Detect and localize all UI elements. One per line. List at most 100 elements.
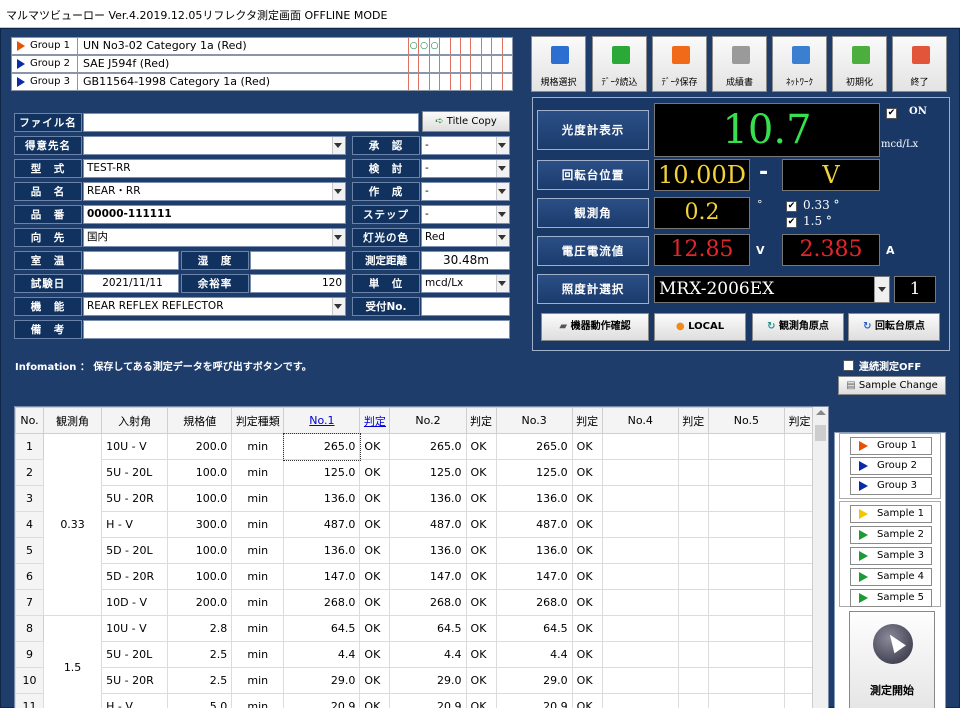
table-cell[interactable]	[783, 511, 816, 538]
table-cell[interactable]	[677, 563, 709, 590]
create-select[interactable]: -	[421, 182, 510, 201]
turntable-origin-button[interactable]: ↻ 回転台原点	[848, 313, 940, 341]
table-cell[interactable]	[783, 615, 816, 642]
column-header[interactable]: No.3	[495, 407, 573, 434]
table-cell[interactable]: 136.0	[389, 537, 467, 564]
table-cell[interactable]	[601, 693, 679, 708]
device-check-button[interactable]: ▰ 機器動作確認	[541, 313, 649, 341]
side-group-1-button[interactable]: Group 1	[850, 437, 932, 455]
table-cell[interactable]: 265.0	[495, 433, 573, 460]
column-header[interactable]: 判定	[359, 407, 391, 434]
table-cell[interactable]	[601, 485, 679, 512]
distance-field[interactable]: 30.48m	[421, 251, 510, 270]
column-header[interactable]: 判定	[783, 407, 816, 434]
title-copy-button[interactable]: ➪ Title Copy	[422, 111, 510, 132]
table-cell[interactable]	[677, 615, 709, 642]
table-cell[interactable]: OK	[571, 641, 603, 668]
table-cell[interactable]: OK	[571, 589, 603, 616]
table-cell[interactable]: 268.0	[389, 589, 467, 616]
table-cell[interactable]: 487.0	[389, 511, 467, 538]
toolbar-button-3[interactable]: ﾃﾞｰﾀ保存	[652, 36, 707, 92]
table-cell[interactable]	[677, 485, 709, 512]
column-header[interactable]: No.5	[707, 407, 785, 434]
start-measurement-button[interactable]: 測定開始	[849, 611, 935, 708]
table-cell[interactable]: OK	[465, 667, 497, 694]
scroll-up-icon[interactable]	[816, 410, 826, 415]
table-cell[interactable]	[707, 667, 785, 694]
table-cell[interactable]: OK	[465, 693, 497, 708]
table-cell[interactable]	[677, 433, 709, 460]
step-select[interactable]: -	[421, 205, 510, 224]
table-cell[interactable]: OK	[465, 485, 497, 512]
local-button[interactable]: ● LOCAL	[654, 313, 746, 341]
toolbar-button-5[interactable]: ﾈｯﾄﾜｰｸ	[772, 36, 827, 92]
on-checkbox[interactable]: ✔	[886, 108, 897, 119]
table-cell[interactable]: OK	[571, 667, 603, 694]
table-cell[interactable]: 136.0	[495, 537, 573, 564]
table-cell[interactable]: OK	[465, 563, 497, 590]
table-cell[interactable]: 64.5	[389, 615, 467, 642]
table-cell[interactable]	[677, 693, 709, 708]
table-cell[interactable]	[601, 641, 679, 668]
table-cell[interactable]: 29.0	[283, 667, 361, 694]
table-cell[interactable]: OK	[359, 615, 391, 642]
table-cell[interactable]: 136.0	[389, 485, 467, 512]
table-cell[interactable]	[601, 589, 679, 616]
approve-select[interactable]: -	[421, 136, 510, 155]
product-select[interactable]: REAR・RR	[83, 182, 346, 201]
sample-3-button[interactable]: Sample 3	[850, 547, 932, 565]
table-cell[interactable]: OK	[359, 693, 391, 708]
table-cell[interactable]	[601, 537, 679, 564]
table-cell[interactable]: 125.0	[283, 459, 361, 486]
obs-15-checkbox[interactable]: ✔	[786, 217, 797, 228]
table-cell[interactable]: OK	[571, 563, 603, 590]
table-cell[interactable]: 268.0	[495, 589, 573, 616]
sample-5-button[interactable]: Sample 5	[850, 589, 932, 607]
table-cell[interactable]: OK	[465, 537, 497, 564]
column-header[interactable]: 規格値	[167, 407, 233, 434]
table-cell[interactable]	[783, 537, 816, 564]
table-cell[interactable]: 147.0	[389, 563, 467, 590]
partno-field[interactable]: 00000-111111	[83, 205, 346, 224]
column-header[interactable]: 観測角	[43, 407, 103, 434]
column-header[interactable]: No.1	[283, 407, 361, 434]
table-cell[interactable]	[707, 615, 785, 642]
test-date-field[interactable]: 2021/11/11	[83, 274, 179, 293]
table-cell[interactable]	[783, 459, 816, 486]
group-1-button[interactable]: Group 1	[12, 38, 78, 54]
light-color-select[interactable]: Red	[421, 228, 510, 247]
table-cell[interactable]	[707, 563, 785, 590]
unit-select[interactable]: mcd/Lx	[421, 274, 510, 293]
review-select[interactable]: -	[421, 159, 510, 178]
table-cell[interactable]: 20.9	[389, 693, 467, 708]
table-cell[interactable]	[707, 589, 785, 616]
table-cell[interactable]: OK	[465, 459, 497, 486]
table-cell[interactable]	[707, 693, 785, 708]
table-cell[interactable]: 265.0	[282, 432, 361, 461]
table-cell[interactable]	[707, 511, 785, 538]
table-cell[interactable]: OK	[359, 563, 391, 590]
table-cell[interactable]: 64.5	[283, 615, 361, 642]
customer-select[interactable]	[83, 136, 346, 155]
toolbar-button-4[interactable]: 成績書	[712, 36, 767, 92]
table-cell[interactable]: 136.0	[283, 485, 361, 512]
function-select[interactable]: REAR REFLEX REFLECTOR	[83, 297, 346, 316]
table-cell[interactable]	[677, 667, 709, 694]
table-cell[interactable]: 29.0	[495, 667, 573, 694]
table-cell[interactable]	[707, 433, 785, 460]
column-header[interactable]: No.4	[601, 407, 679, 434]
sample-change-button[interactable]: ▤ Sample Change	[838, 376, 946, 395]
table-cell[interactable]: 136.0	[283, 537, 361, 564]
table-cell[interactable]	[783, 667, 816, 694]
table-cell[interactable]: 125.0	[495, 459, 573, 486]
continuous-checkbox[interactable]	[843, 360, 854, 371]
table-scrollbar[interactable]	[812, 407, 828, 708]
table-cell[interactable]	[783, 589, 816, 616]
sample-2-button[interactable]: Sample 2	[850, 526, 932, 544]
table-cell[interactable]: OK	[359, 459, 391, 486]
table-cell[interactable]: OK	[571, 615, 603, 642]
table-cell[interactable]: OK	[359, 589, 391, 616]
side-group-2-button[interactable]: Group 2	[850, 457, 932, 475]
table-cell[interactable]	[601, 433, 679, 460]
table-cell[interactable]: OK	[359, 537, 391, 564]
